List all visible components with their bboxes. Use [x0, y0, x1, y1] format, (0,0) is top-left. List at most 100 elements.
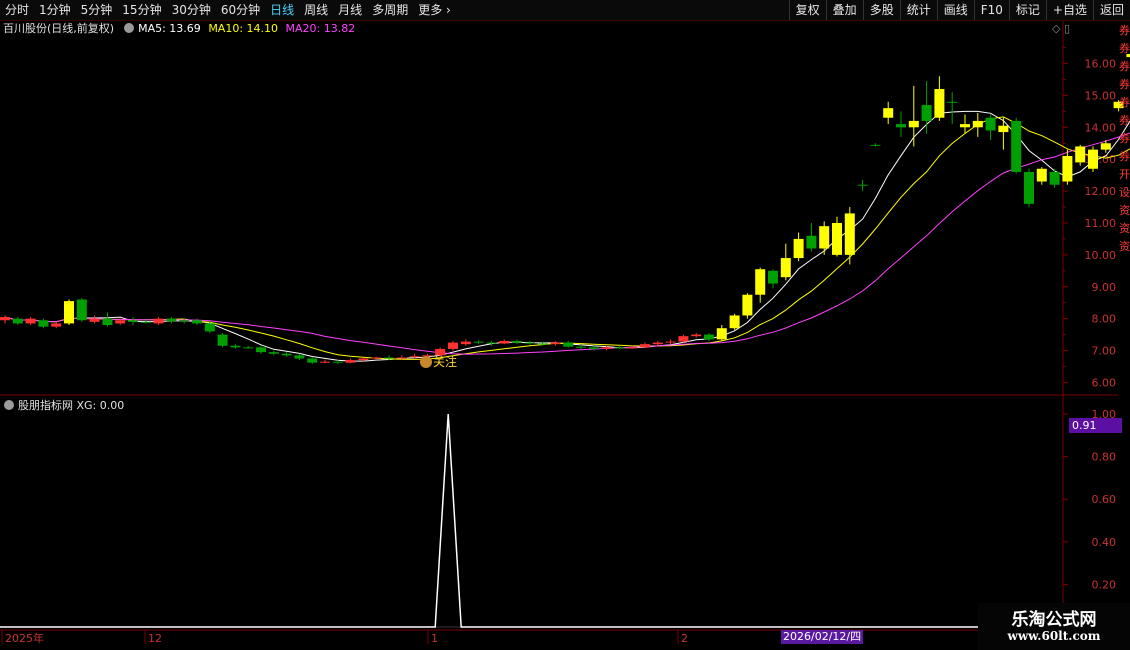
- candle-body: [307, 358, 318, 363]
- candle-body: [128, 320, 138, 322]
- candle-body: [281, 353, 292, 356]
- candle-body: [1024, 171, 1034, 204]
- candle-body: [320, 361, 330, 363]
- candle-body: [384, 357, 394, 359]
- candle-body: [729, 315, 740, 329]
- y-tick-label: 11.00: [1085, 217, 1117, 230]
- candle-body: [601, 347, 612, 349]
- candle-body: [76, 299, 87, 321]
- main-pane-info: 百川股份(日线,前复权) MA5: 13.69 MA10: 14.10 MA20:…: [0, 21, 359, 37]
- indicator-y-label: 0.20: [1092, 578, 1117, 591]
- candle-body: [1088, 149, 1098, 169]
- candle-body: [486, 342, 497, 344]
- candle-body: [588, 347, 599, 349]
- candle-body: [25, 318, 36, 324]
- candle-body: [473, 341, 484, 343]
- side-panel-text: 券券券券券券券券开设资资资: [1119, 24, 1130, 253]
- candle-body: [409, 356, 420, 358]
- candle-body: [268, 352, 279, 354]
- pane-controls[interactable]: ◇ ▯: [1052, 22, 1070, 35]
- stock-title: 百川股份(日线,前复权): [3, 22, 115, 35]
- candle-body: [396, 357, 407, 359]
- watch-marker[interactable]: 关注: [420, 353, 457, 370]
- candle-body: [883, 108, 894, 118]
- candle-body: [140, 321, 151, 323]
- y-tick-label: 10.00: [1085, 249, 1117, 262]
- candle-body: [0, 317, 10, 321]
- candle-body: [256, 347, 266, 353]
- y-tick-label: 8.00: [1092, 313, 1117, 326]
- candle-body: [153, 318, 164, 324]
- candle-body: [678, 336, 689, 342]
- y-tick-label: 15.00: [1085, 89, 1117, 102]
- candle-body: [768, 270, 778, 284]
- selected-date: 2026/02/12/四: [781, 630, 864, 644]
- candle-body: [691, 334, 702, 337]
- indicator-current-value: 0.91: [1069, 418, 1122, 433]
- candle-body: [102, 318, 113, 326]
- candle-body: [371, 357, 382, 359]
- watch-marker-label: 关注: [433, 355, 458, 369]
- candle-body: [640, 344, 650, 348]
- candle-body: [294, 355, 305, 359]
- candle-body: [115, 320, 126, 324]
- candle-body: [998, 125, 1009, 133]
- indicator-y-label: 0.60: [1092, 493, 1117, 506]
- candle-body: [499, 340, 510, 344]
- ma-line-ma10: [4, 116, 1130, 360]
- candle-body: [12, 318, 23, 324]
- candle-body: [512, 340, 522, 343]
- candle-body: [793, 238, 804, 259]
- candle-body: [896, 124, 906, 128]
- candle-body: [1062, 156, 1073, 182]
- y-tick-label: 14.00: [1085, 121, 1117, 134]
- watermark-url: www.60lt.com: [1007, 629, 1101, 643]
- indicator-y-label: 0.40: [1092, 536, 1117, 549]
- candle-body: [947, 101, 958, 103]
- y-tick-label: 12.00: [1085, 185, 1117, 198]
- candle-body: [844, 213, 855, 255]
- candle-body: [742, 294, 753, 316]
- candle-body: [550, 342, 561, 345]
- candle-body: [819, 226, 830, 249]
- y-tick-label: 9.00: [1092, 281, 1117, 294]
- indicator-dropdown-icon[interactable]: [4, 400, 14, 410]
- kline-chart[interactable]: 16.0015.0014.0013.0012.0011.0010.009.008…: [0, 0, 1130, 650]
- candle-body: [243, 347, 254, 349]
- xg-label: XG: 0.00: [76, 399, 125, 412]
- candle-body: [358, 358, 369, 361]
- candle-body: [576, 346, 586, 348]
- candle-body: [230, 345, 241, 348]
- y-tick-label: 7.00: [1092, 345, 1117, 358]
- candle-body: [985, 117, 996, 131]
- candle-body: [1049, 171, 1060, 185]
- candle-body: [627, 347, 638, 349]
- candle-body: [972, 120, 983, 128]
- candle-body: [960, 124, 970, 128]
- indicator-title: 股朋指标网: [18, 399, 73, 412]
- candle-body: [332, 361, 343, 363]
- candle-body: [780, 258, 791, 278]
- watermark: 乐淘公式网 www.60lt.com: [978, 603, 1130, 650]
- candle-body: [755, 269, 766, 295]
- date-label: 1: [431, 632, 438, 645]
- candle-body: [704, 334, 714, 340]
- candle-body: [89, 318, 100, 322]
- ma20-label: MA20: 13.82: [285, 22, 356, 35]
- date-label: 12: [148, 632, 162, 645]
- candle-body: [857, 184, 868, 186]
- candle-body: [38, 320, 49, 327]
- dropdown-circle-icon[interactable]: [124, 23, 135, 33]
- candle-body: [64, 301, 74, 324]
- ma10-label: MA10: 14.10: [208, 22, 279, 35]
- candle-body: [563, 342, 574, 347]
- candle-body: [537, 343, 548, 345]
- candle-body: [1036, 168, 1047, 182]
- xg-indicator-line: [0, 413, 1060, 628]
- candle-body: [524, 342, 535, 344]
- date-label: 2: [681, 632, 688, 645]
- candle-body: [1100, 143, 1111, 150]
- candle-body: [806, 235, 817, 249]
- candle-body: [166, 318, 177, 322]
- candle-body: [179, 320, 190, 322]
